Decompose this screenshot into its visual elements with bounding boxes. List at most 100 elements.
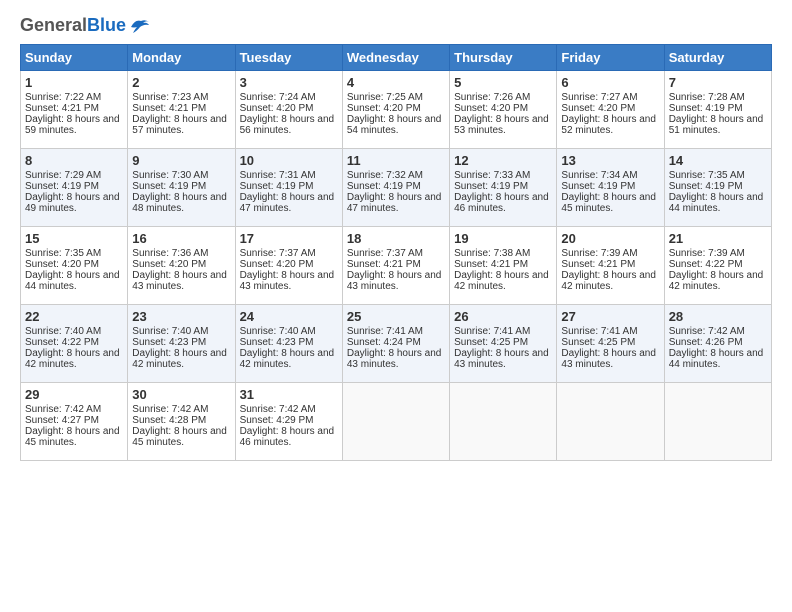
sunset-label: Sunset: 4:19 PM	[454, 181, 528, 192]
day-number: 7	[669, 75, 767, 90]
daylight-label: Daylight: 8 hours and 43 minutes.	[347, 270, 442, 292]
sunrise-label: Sunrise: 7:33 AM	[454, 170, 530, 181]
sunset-label: Sunset: 4:20 PM	[347, 103, 421, 114]
day-number: 27	[561, 309, 659, 324]
day-number: 22	[25, 309, 123, 324]
sunset-label: Sunset: 4:20 PM	[240, 103, 314, 114]
day-number: 23	[132, 309, 230, 324]
day-header-friday: Friday	[557, 44, 664, 70]
calendar-week-row: 29Sunrise: 7:42 AMSunset: 4:27 PMDayligh…	[21, 382, 772, 460]
sunrise-label: Sunrise: 7:37 AM	[347, 248, 423, 259]
sunrise-label: Sunrise: 7:28 AM	[669, 92, 745, 103]
daylight-label: Daylight: 8 hours and 47 minutes.	[347, 192, 442, 214]
day-header-sunday: Sunday	[21, 44, 128, 70]
sunrise-label: Sunrise: 7:39 AM	[561, 248, 637, 259]
logo-blue-text: Blue	[87, 15, 126, 35]
day-number: 25	[347, 309, 445, 324]
daylight-label: Daylight: 8 hours and 45 minutes.	[25, 426, 120, 448]
daylight-label: Daylight: 8 hours and 42 minutes.	[454, 270, 549, 292]
sunrise-label: Sunrise: 7:40 AM	[132, 326, 208, 337]
day-number: 28	[669, 309, 767, 324]
calendar-cell: 22Sunrise: 7:40 AMSunset: 4:22 PMDayligh…	[21, 304, 128, 382]
sunset-label: Sunset: 4:19 PM	[132, 181, 206, 192]
day-header-monday: Monday	[128, 44, 235, 70]
calendar-cell	[450, 382, 557, 460]
calendar-week-row: 22Sunrise: 7:40 AMSunset: 4:22 PMDayligh…	[21, 304, 772, 382]
daylight-label: Daylight: 8 hours and 43 minutes.	[132, 270, 227, 292]
calendar-cell: 27Sunrise: 7:41 AMSunset: 4:25 PMDayligh…	[557, 304, 664, 382]
daylight-label: Daylight: 8 hours and 56 minutes.	[240, 114, 335, 136]
daylight-label: Daylight: 8 hours and 42 minutes.	[25, 348, 120, 370]
calendar-cell: 10Sunrise: 7:31 AMSunset: 4:19 PMDayligh…	[235, 148, 342, 226]
calendar-cell: 31Sunrise: 7:42 AMSunset: 4:29 PMDayligh…	[235, 382, 342, 460]
calendar-cell: 30Sunrise: 7:42 AMSunset: 4:28 PMDayligh…	[128, 382, 235, 460]
calendar-cell: 12Sunrise: 7:33 AMSunset: 4:19 PMDayligh…	[450, 148, 557, 226]
calendar-cell: 26 Sunrise: 7:41 AMSunset: 4:25 PMDayligh…	[450, 304, 557, 382]
sunset-label: Sunset: 4:21 PM	[132, 103, 206, 114]
daylight-label: Daylight: 8 hours and 44 minutes.	[25, 270, 120, 292]
calendar: SundayMondayTuesdayWednesdayThursdayFrid…	[20, 44, 772, 461]
daylight-label: Daylight: 8 hours and 42 minutes.	[561, 270, 656, 292]
sunrise-label: Sunrise: 7:27 AM	[561, 92, 637, 103]
sunrise-label: Sunrise: 7:24 AM	[240, 92, 316, 103]
day-number: 4	[347, 75, 445, 90]
daylight-label: Daylight: 8 hours and 45 minutes.	[561, 192, 656, 214]
daylight-label: Daylight: 8 hours and 47 minutes.	[240, 192, 335, 214]
day-header-thursday: Thursday	[450, 44, 557, 70]
daylight-label: Daylight: 8 hours and 52 minutes.	[561, 114, 656, 136]
sunset-label: Sunset: 4:22 PM	[25, 337, 99, 348]
sunrise-label: Sunrise: 7:40 AM	[240, 326, 316, 337]
sunrise-label: Sunrise: 7:32 AM	[347, 170, 423, 181]
sunset-label: Sunset: 4:23 PM	[240, 337, 314, 348]
header: GeneralBlue	[20, 16, 772, 36]
sunset-label: Sunset: 4:19 PM	[669, 181, 743, 192]
sunrise-label: Sunrise: 7:35 AM	[25, 248, 101, 259]
calendar-cell: 18Sunrise: 7:37 AMSunset: 4:21 PMDayligh…	[342, 226, 449, 304]
day-header-wednesday: Wednesday	[342, 44, 449, 70]
day-number: 26	[454, 309, 552, 324]
sunset-label: Sunset: 4:24 PM	[347, 337, 421, 348]
calendar-cell: 3 Sunrise: 7:24 AMSunset: 4:20 PMDaylight…	[235, 70, 342, 148]
sunset-label: Sunset: 4:20 PM	[454, 103, 528, 114]
calendar-cell	[664, 382, 771, 460]
daylight-label: Daylight: 8 hours and 42 minutes.	[132, 348, 227, 370]
calendar-cell: 17 Sunrise: 7:37 AMSunset: 4:20 PMDayligh…	[235, 226, 342, 304]
daylight-label: Daylight: 8 hours and 43 minutes.	[454, 348, 549, 370]
day-number: 29	[25, 387, 123, 402]
sunrise-label: Sunrise: 7:42 AM	[25, 404, 101, 415]
daylight-label: Daylight: 8 hours and 59 minutes.	[25, 114, 120, 136]
daylight-label: Daylight: 8 hours and 46 minutes.	[240, 426, 335, 448]
calendar-cell: 23Sunrise: 7:40 AMSunset: 4:23 PMDayligh…	[128, 304, 235, 382]
calendar-cell: 7Sunrise: 7:28 AMSunset: 4:19 PMDaylight…	[664, 70, 771, 148]
sunrise-label: Sunrise: 7:41 AM	[454, 326, 530, 337]
sunset-label: Sunset: 4:22 PM	[669, 259, 743, 270]
sunrise-label: Sunrise: 7:35 AM	[669, 170, 745, 181]
daylight-label: Daylight: 8 hours and 43 minutes.	[347, 348, 442, 370]
daylight-label: Daylight: 8 hours and 51 minutes.	[669, 114, 764, 136]
calendar-week-row: 1Sunrise: 7:22 AMSunset: 4:21 PMDaylight…	[21, 70, 772, 148]
calendar-week-row: 15Sunrise: 7:35 AMSunset: 4:20 PMDayligh…	[21, 226, 772, 304]
sunset-label: Sunset: 4:25 PM	[454, 337, 528, 348]
day-number: 31	[240, 387, 338, 402]
sunrise-label: Sunrise: 7:42 AM	[669, 326, 745, 337]
daylight-label: Daylight: 8 hours and 49 minutes.	[25, 192, 120, 214]
calendar-cell: 6Sunrise: 7:27 AMSunset: 4:20 PMDaylight…	[557, 70, 664, 148]
day-number: 3	[240, 75, 338, 90]
calendar-cell	[342, 382, 449, 460]
day-number: 10	[240, 153, 338, 168]
daylight-label: Daylight: 8 hours and 44 minutes.	[669, 192, 764, 214]
daylight-label: Daylight: 8 hours and 48 minutes.	[132, 192, 227, 214]
daylight-label: Daylight: 8 hours and 45 minutes.	[132, 426, 227, 448]
calendar-cell: 20Sunrise: 7:39 AMSunset: 4:21 PMDayligh…	[557, 226, 664, 304]
sunset-label: Sunset: 4:20 PM	[240, 259, 314, 270]
daylight-label: Daylight: 8 hours and 42 minutes.	[669, 270, 764, 292]
day-number: 12	[454, 153, 552, 168]
day-number: 2	[132, 75, 230, 90]
sunrise-label: Sunrise: 7:37 AM	[240, 248, 316, 259]
day-number: 17	[240, 231, 338, 246]
sunset-label: Sunset: 4:29 PM	[240, 415, 314, 426]
sunset-label: Sunset: 4:20 PM	[25, 259, 99, 270]
daylight-label: Daylight: 8 hours and 43 minutes.	[240, 270, 335, 292]
calendar-cell: 2Sunrise: 7:23 AMSunset: 4:21 PMDaylight…	[128, 70, 235, 148]
calendar-cell: 11Sunrise: 7:32 AMSunset: 4:19 PMDayligh…	[342, 148, 449, 226]
